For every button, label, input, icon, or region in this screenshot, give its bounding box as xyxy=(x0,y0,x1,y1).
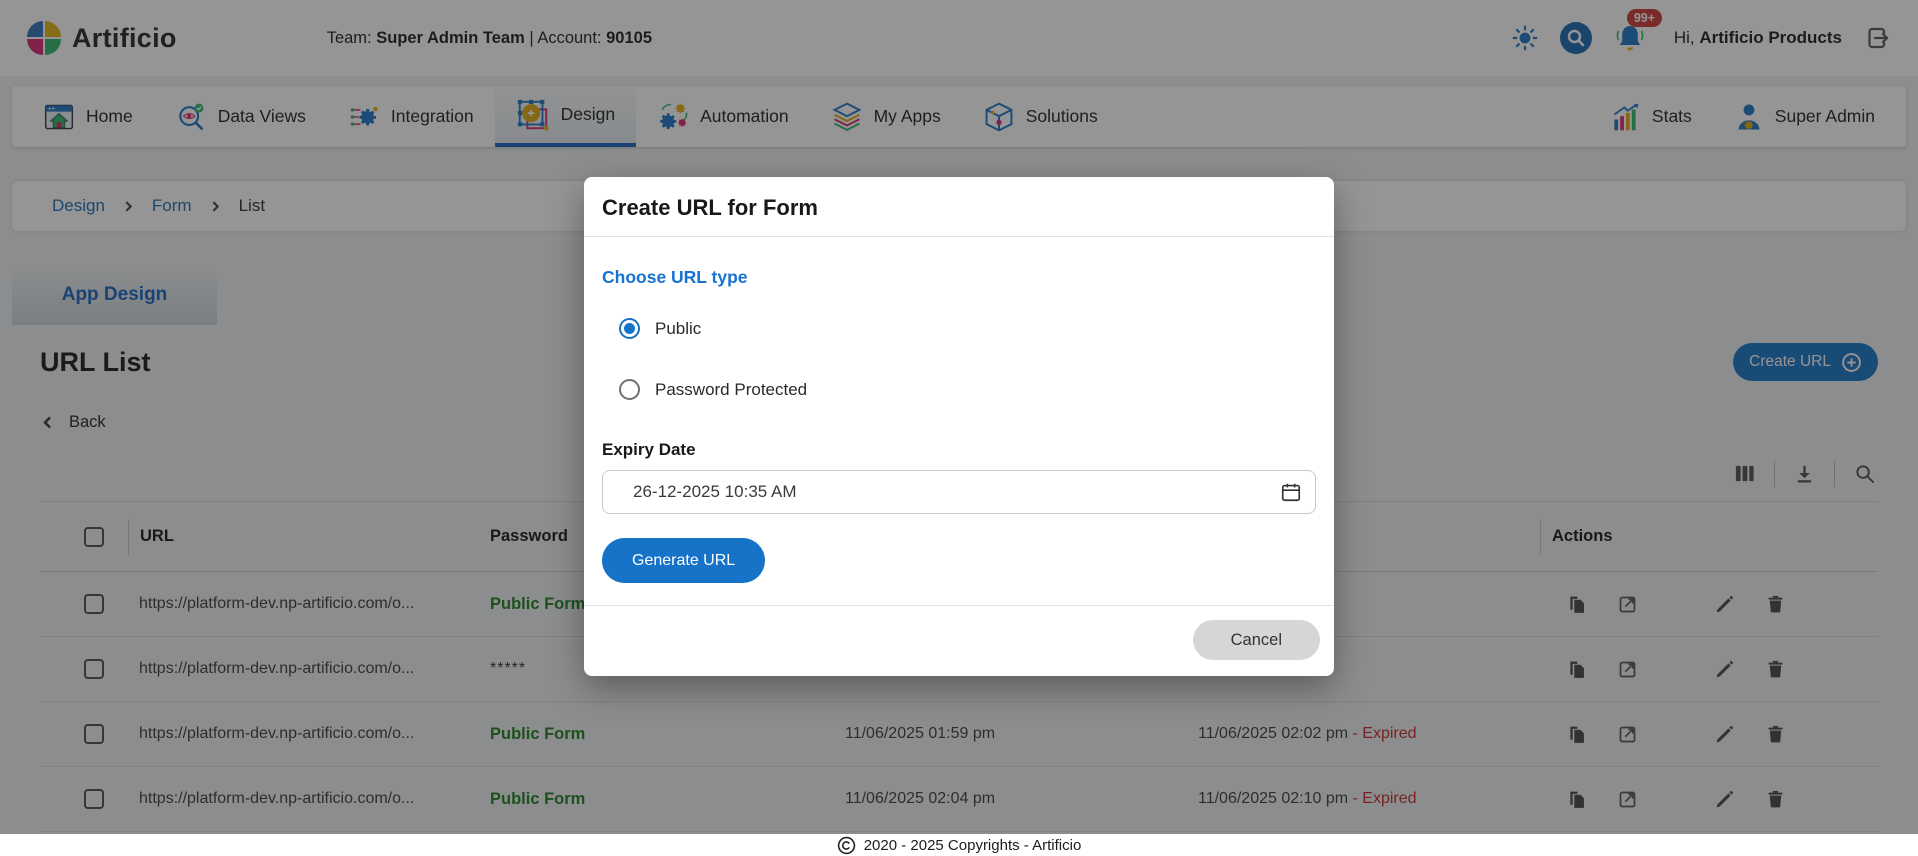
radio-password-label: Password Protected xyxy=(655,379,808,399)
copyright-icon xyxy=(837,836,855,854)
expiry-date-input[interactable] xyxy=(602,470,1316,514)
expiry-date-label: Expiry Date xyxy=(602,440,696,459)
modal-header: Create URL for Form xyxy=(584,177,1334,237)
cancel-button[interactable]: Cancel xyxy=(1192,620,1320,660)
radio-option-public[interactable]: Public xyxy=(619,318,1316,339)
create-url-modal: Create URL for Form Choose URL type Publ… xyxy=(584,177,1334,676)
expiry-date-field xyxy=(602,470,1316,514)
modal-body: Choose URL type Public Password Protecte… xyxy=(584,267,1334,583)
modal-footer: Cancel xyxy=(584,605,1334,676)
radio-password-icon[interactable] xyxy=(619,379,640,400)
generate-url-button[interactable]: Generate URL xyxy=(602,538,766,583)
radio-option-password-protected[interactable]: Password Protected xyxy=(619,379,1316,400)
modal-title: Create URL for Form xyxy=(602,195,818,220)
app-footer: 2020 - 2025 Copyrights - Artificio xyxy=(0,834,1918,856)
app-page: Artificio Team: Super Admin Team | Accou… xyxy=(0,0,1918,856)
copyright-text: 2020 - 2025 Copyrights - Artificio xyxy=(863,836,1082,854)
radio-public-icon[interactable] xyxy=(619,318,640,339)
choose-url-type-label: Choose URL type xyxy=(602,267,748,287)
calendar-icon[interactable] xyxy=(1280,481,1302,503)
radio-public-label: Public xyxy=(655,318,702,338)
